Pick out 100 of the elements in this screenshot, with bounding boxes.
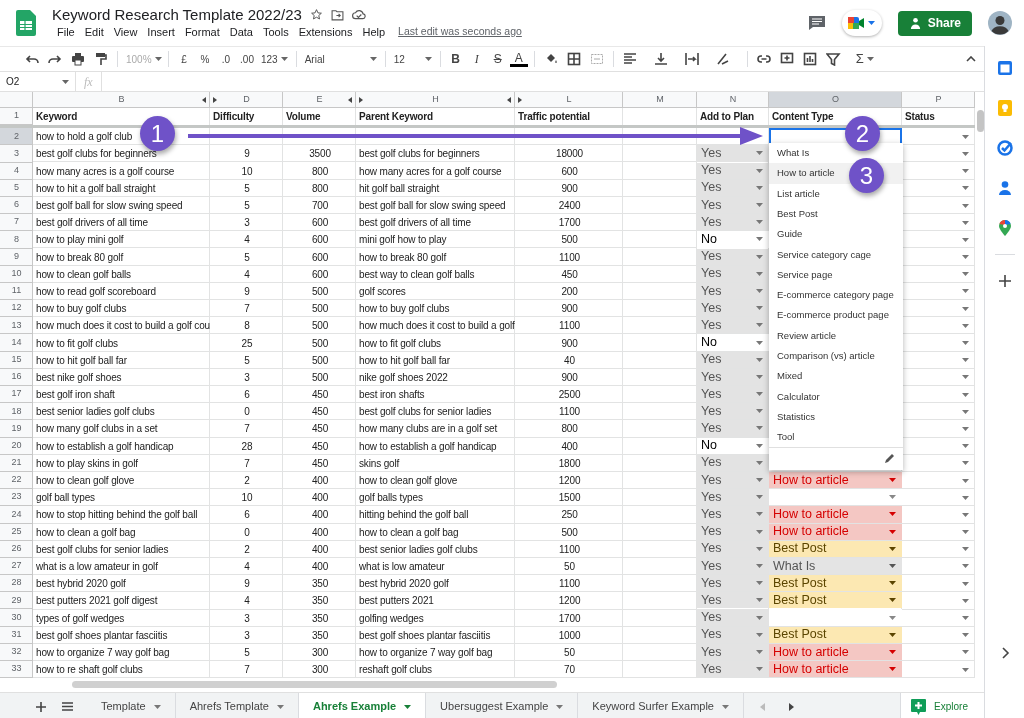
- menu-item[interactable]: Data: [224, 23, 258, 41]
- dropdown-cell[interactable]: No: [697, 231, 769, 248]
- document-title[interactable]: Keyword Research Template 2022/23: [52, 5, 302, 24]
- dropdown-cell[interactable]: What Is: [769, 557, 902, 575]
- dropdown-cell[interactable]: Yes: [697, 626, 769, 643]
- dropdown-cell[interactable]: Yes: [697, 214, 769, 231]
- dropdown-cell[interactable]: Yes: [697, 454, 769, 471]
- dropdown-cell[interactable]: How to article: [769, 643, 902, 660]
- undo-icon[interactable]: [25, 52, 39, 66]
- dropdown-cell[interactable]: Yes: [697, 506, 769, 523]
- row-number[interactable]: 24: [0, 506, 33, 524]
- print-icon[interactable]: [71, 52, 85, 66]
- dropdown-cell[interactable]: Yes: [697, 179, 769, 196]
- column-header[interactable]: E: [283, 92, 356, 108]
- menu-option[interactable]: Statistics: [769, 406, 903, 428]
- folder-icon[interactable]: [330, 8, 344, 21]
- add-sheet-icon[interactable]: [36, 701, 46, 712]
- scrollbar-thumb[interactable]: [977, 110, 984, 132]
- merge-cells-icon[interactable]: [589, 52, 604, 66]
- expand-arrow-icon[interactable]: [359, 97, 363, 103]
- row-number[interactable]: 3: [0, 145, 33, 163]
- column-header[interactable]: B: [33, 92, 210, 108]
- row-number[interactable]: 14: [0, 334, 33, 352]
- column-header[interactable]: H: [356, 92, 515, 108]
- column-header[interactable]: P: [902, 92, 975, 108]
- sheets-logo-icon[interactable]: [16, 10, 36, 36]
- row-number[interactable]: 29: [0, 592, 33, 610]
- dropdown-cell[interactable]: How to article: [769, 506, 902, 523]
- dropdown-cell[interactable]: Yes: [697, 196, 769, 214]
- cloud-icon[interactable]: [351, 9, 366, 21]
- row-number[interactable]: 18: [0, 403, 33, 421]
- dropdown-cell[interactable]: Yes: [697, 248, 769, 265]
- menu-option[interactable]: Service category cage: [769, 244, 903, 265]
- menu-item[interactable]: Edit: [79, 23, 109, 41]
- column-header[interactable]: N: [697, 92, 769, 108]
- menu-item[interactable]: File: [52, 23, 80, 41]
- link-icon[interactable]: [756, 52, 771, 66]
- dropdown-cell[interactable]: Yes: [697, 162, 769, 179]
- dropdown-cell[interactable]: Best Post: [769, 540, 902, 557]
- contacts-icon[interactable]: [996, 180, 1013, 196]
- dropdown-cell[interactable]: Yes: [697, 420, 769, 437]
- map-pin-icon[interactable]: [996, 220, 1013, 236]
- row-number[interactable]: 1: [0, 108, 33, 126]
- row-number[interactable]: 2: [0, 128, 33, 146]
- dropdown-cell[interactable]: Yes: [697, 609, 769, 626]
- dropdown-cell[interactable]: Yes: [697, 351, 769, 368]
- row-number[interactable]: 19: [0, 420, 33, 438]
- strikethrough-button[interactable]: S: [488, 49, 507, 69]
- expand-arrow-icon[interactable]: [213, 97, 217, 103]
- sheet-tab[interactable]: Ahrefs Template: [175, 692, 299, 718]
- menu-option[interactable]: E-commerce category page: [769, 285, 903, 306]
- increase-decimal-button[interactable]: .00: [238, 49, 256, 69]
- row-number[interactable]: 7: [0, 214, 33, 232]
- functions-button[interactable]: Σ: [853, 49, 876, 69]
- dropdown-cell[interactable]: Yes: [697, 403, 769, 420]
- dropdown-cell[interactable]: Best Post: [769, 626, 902, 643]
- dropdown-cell[interactable]: Yes: [697, 471, 769, 489]
- all-sheets-icon[interactable]: [62, 702, 73, 712]
- dropdown-cell[interactable]: Yes: [697, 540, 769, 557]
- menu-item[interactable]: Tools: [257, 23, 294, 41]
- star-icon[interactable]: [309, 8, 323, 22]
- dropdown-cell[interactable]: How to article: [769, 661, 902, 678]
- menu-option[interactable]: Mixed: [769, 366, 903, 387]
- borders-icon[interactable]: [566, 52, 581, 66]
- dropdown-cell[interactable]: Yes: [697, 523, 769, 540]
- menu-option[interactable]: Review article: [769, 325, 903, 346]
- currency-button[interactable]: £: [175, 49, 193, 69]
- pencil-icon[interactable]: [884, 453, 895, 465]
- sheet-tab[interactable]: Ahrefs Example: [298, 692, 427, 718]
- dropdown-cell[interactable]: Yes: [697, 317, 769, 334]
- dropdown-cell[interactable]: Yes: [697, 265, 769, 282]
- number-format-select[interactable]: 123: [259, 49, 290, 69]
- plus-icon[interactable]: [996, 273, 1013, 289]
- menu-option[interactable]: Comparison (vs) article: [769, 345, 903, 367]
- percent-button[interactable]: %: [196, 49, 214, 69]
- scroll-right-icon[interactable]: [789, 702, 794, 711]
- italic-button[interactable]: I: [467, 49, 486, 69]
- menu-item[interactable]: Insert: [142, 23, 180, 41]
- menu-option[interactable]: Best Post: [769, 203, 903, 225]
- dropdown-cell[interactable]: Best Post: [769, 575, 902, 592]
- menu-option[interactable]: Guide: [769, 224, 903, 245]
- dropdown-cell[interactable]: Yes: [697, 300, 769, 317]
- row-number[interactable]: 30: [0, 609, 33, 627]
- menu-item[interactable]: View: [108, 23, 143, 41]
- share-button[interactable]: Share: [897, 10, 972, 36]
- menu-option[interactable]: E-commerce product page: [769, 305, 903, 326]
- scrollbar-thumb[interactable]: [72, 681, 557, 689]
- row-number[interactable]: 12: [0, 300, 33, 318]
- row-number[interactable]: 8: [0, 231, 33, 249]
- dropdown-cell[interactable]: Yes: [697, 557, 769, 575]
- dropdown-cell[interactable]: Yes: [697, 145, 769, 162]
- sheet-tab[interactable]: Keyword Surfer Example: [578, 692, 744, 718]
- menu-item[interactable]: Help: [357, 23, 391, 41]
- sheet-tab[interactable]: Ubersuggest Example: [426, 692, 579, 718]
- column-header[interactable]: O: [769, 92, 902, 108]
- calendar-icon[interactable]: [996, 60, 1013, 76]
- collapse-arrow-icon[interactable]: [507, 97, 511, 103]
- expand-arrow-icon[interactable]: [518, 97, 522, 103]
- menu-option[interactable]: Tool: [769, 427, 903, 448]
- text-color-button[interactable]: A: [509, 51, 528, 67]
